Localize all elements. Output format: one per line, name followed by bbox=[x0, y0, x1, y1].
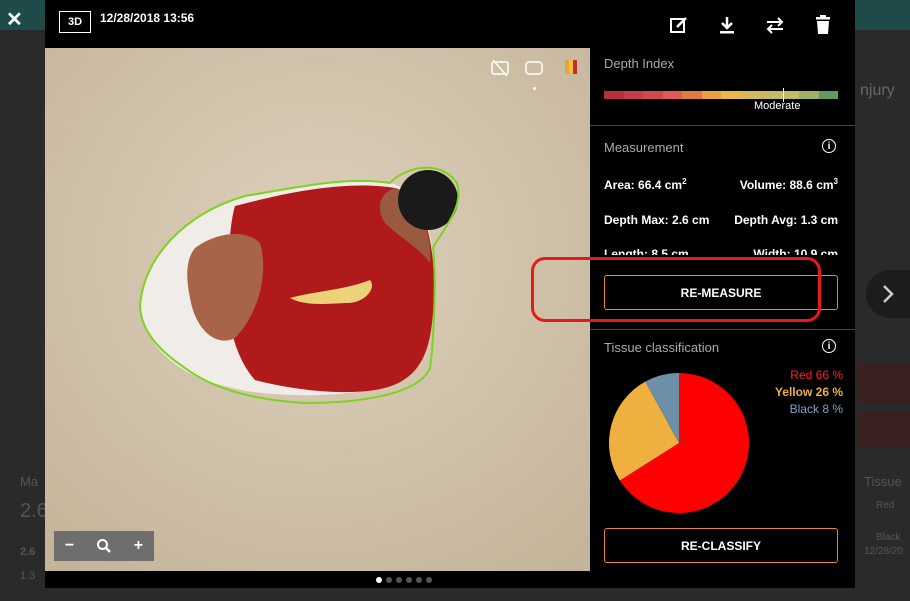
area-unit-exponent: 2 bbox=[682, 177, 687, 186]
divider bbox=[590, 329, 855, 330]
scroll-clip: Length: 8.5 cm Width: 10.9 cm bbox=[590, 241, 855, 255]
pagination-dot[interactable] bbox=[416, 577, 422, 583]
depth-index-title: Depth Index bbox=[604, 56, 675, 71]
tissue-info-icon[interactable]: i bbox=[822, 339, 836, 353]
trash-icon[interactable] bbox=[812, 14, 834, 36]
depth-index-segment bbox=[604, 91, 624, 99]
zoom-reset-icon[interactable] bbox=[96, 538, 112, 554]
width-measurement: Width: 10.9 cm bbox=[753, 247, 838, 255]
area-measurement: Area: 66.4 cm2 bbox=[604, 177, 687, 192]
color-map-icon[interactable] bbox=[564, 58, 578, 81]
no-overlay-icon[interactable] bbox=[490, 58, 510, 83]
background-panel bbox=[858, 364, 910, 404]
tissue-pie-chart bbox=[609, 373, 749, 513]
legend-black-value: 8 % bbox=[822, 402, 843, 416]
measurement-info-icon[interactable]: i bbox=[822, 139, 836, 153]
outline-icon[interactable] bbox=[524, 58, 544, 90]
background-label: Black bbox=[876, 532, 901, 543]
depth-index-segment bbox=[740, 91, 760, 99]
depth-index-label: Moderate bbox=[754, 100, 801, 112]
pagination-dots bbox=[376, 577, 432, 583]
legend-black: Black 8 % bbox=[790, 402, 843, 416]
width-value: 10.9 cm bbox=[793, 247, 838, 255]
legend-yellow-value: 26 % bbox=[815, 385, 843, 399]
depth-max-measurement: Depth Max: 2.6 cm bbox=[604, 213, 709, 227]
area-value: 66.4 cm bbox=[638, 178, 683, 192]
depth-index-segment bbox=[799, 91, 819, 99]
depth-avg-measurement: Depth Avg: 1.3 cm bbox=[734, 213, 838, 227]
wound-photo bbox=[45, 48, 590, 571]
volume-value: 88.6 cm bbox=[789, 178, 834, 192]
zoom-out-button[interactable]: − bbox=[65, 537, 74, 555]
volume-label: Volume: bbox=[739, 178, 787, 192]
3d-toggle-button[interactable]: 3D bbox=[59, 11, 91, 33]
legend-red: Red 66 % bbox=[790, 368, 843, 382]
chevron-right-icon bbox=[883, 285, 894, 303]
depth-avg-label: Depth Avg: bbox=[734, 213, 798, 227]
next-arrow-button[interactable] bbox=[866, 270, 910, 318]
edit-icon[interactable] bbox=[668, 14, 690, 36]
re-classify-button[interactable]: RE-CLASSIFY bbox=[604, 528, 838, 563]
legend-red-value: 66 % bbox=[815, 368, 843, 382]
depth-index-bar bbox=[604, 91, 838, 99]
background-value: 2.6 bbox=[20, 546, 36, 558]
depth-index-segment bbox=[643, 91, 663, 99]
zoom-in-button[interactable]: + bbox=[134, 537, 143, 555]
volume-unit-exponent: 3 bbox=[833, 177, 838, 186]
tissue-classification-title: Tissue classification bbox=[604, 340, 720, 355]
volume-measurement: Volume: 88.6 cm3 bbox=[740, 177, 838, 192]
background-panel bbox=[858, 412, 910, 448]
pagination-dot[interactable] bbox=[386, 577, 392, 583]
legend-red-label: Red bbox=[790, 368, 813, 382]
pagination-dot[interactable] bbox=[426, 577, 432, 583]
depth-avg-value: 1.3 cm bbox=[800, 213, 838, 227]
pagination-dot[interactable] bbox=[406, 577, 412, 583]
modal-header: 3D 12/28/2018 13:56 bbox=[45, 0, 855, 48]
depth-index-segment bbox=[701, 91, 721, 99]
download-icon[interactable] bbox=[716, 14, 738, 36]
pagination-dot[interactable] bbox=[376, 577, 382, 583]
legend-yellow-label: Yellow bbox=[774, 385, 813, 399]
background-label: Red bbox=[876, 500, 895, 511]
wound-image[interactable]: − + bbox=[45, 48, 590, 571]
close-icon[interactable]: ✕ bbox=[6, 10, 23, 30]
background-label: Tissue bbox=[864, 474, 902, 489]
width-label: Width: bbox=[753, 247, 791, 255]
depth-index-segment bbox=[760, 91, 780, 99]
zoom-controls: − + bbox=[54, 531, 154, 561]
legend-black-label: Black bbox=[789, 402, 819, 416]
depth-index-segment bbox=[623, 91, 643, 99]
swap-icon[interactable] bbox=[764, 14, 786, 36]
depth-index-segment bbox=[662, 91, 682, 99]
measurement-title: Measurement bbox=[604, 140, 684, 155]
re-measure-highlight bbox=[531, 257, 821, 322]
background-value: 1.3 bbox=[20, 570, 36, 582]
length-label: Length: bbox=[604, 247, 648, 255]
depth-index-segment bbox=[721, 91, 741, 99]
divider bbox=[590, 125, 855, 126]
pagination-dot[interactable] bbox=[396, 577, 402, 583]
depth-max-label: Depth Max: bbox=[604, 213, 669, 227]
background-label: Ma bbox=[20, 474, 39, 489]
depth-index-segment bbox=[682, 91, 702, 99]
capture-timestamp: 12/28/2018 13:56 bbox=[100, 11, 195, 25]
area-label: Area: bbox=[604, 178, 635, 192]
depth-index-segment bbox=[818, 91, 838, 99]
depth-max-value: 2.6 cm bbox=[672, 213, 710, 227]
background-value: 2.6 bbox=[20, 500, 48, 522]
legend-yellow: Yellow 26 % bbox=[775, 385, 843, 399]
length-value: 8.5 cm bbox=[651, 247, 689, 255]
background-label: 12/28/20 bbox=[864, 546, 903, 557]
active-indicator bbox=[532, 87, 536, 90]
background-title: njury bbox=[860, 82, 895, 99]
length-measurement: Length: 8.5 cm bbox=[604, 247, 689, 255]
